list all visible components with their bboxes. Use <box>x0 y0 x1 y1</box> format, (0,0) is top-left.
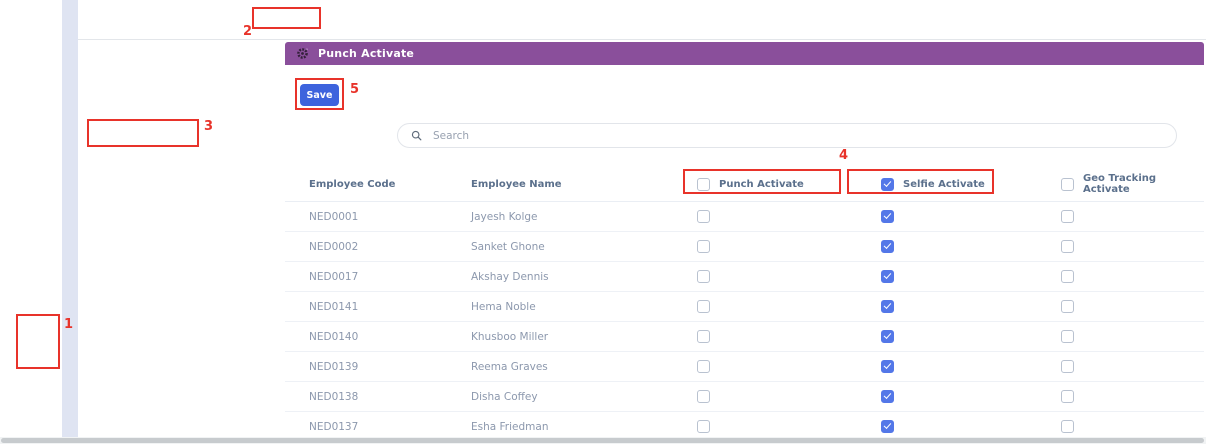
punch-activate-checkbox[interactable] <box>697 420 710 433</box>
punch-activate-checkbox[interactable] <box>697 240 710 253</box>
selfie-activate-checkbox[interactable] <box>881 300 894 313</box>
punch-activate-checkbox[interactable] <box>697 390 710 403</box>
search-box <box>397 123 1177 148</box>
gear-icon <box>295 46 310 61</box>
employee-name-cell: Hema Noble <box>471 300 536 313</box>
selfie-activate-checkbox[interactable] <box>881 390 894 403</box>
column-header-punch-activate: Punch Activate <box>719 178 804 190</box>
punch-activate-checkbox[interactable] <box>697 270 710 283</box>
employee-name-cell: Esha Friedman <box>471 420 549 433</box>
employee-code-cell: NED0137 <box>309 420 359 433</box>
sidebar-divider-strip <box>62 0 78 437</box>
Akshay Dennis: NED0017 Akshay Dennis <box>285 262 1204 292</box>
employee-code-cell: NED0140 <box>309 330 359 343</box>
punch-activate-header-checkbox[interactable] <box>697 177 710 191</box>
punch-activate-checkbox[interactable] <box>697 360 710 373</box>
employee-code-cell: NED0139 <box>309 360 359 373</box>
selfie-activate-checkbox[interactable] <box>881 420 894 433</box>
Disha Coffey: NED0138 Disha Coffey <box>285 382 1204 412</box>
selfie-activate-header-checkbox[interactable] <box>881 177 894 191</box>
table-header-row: Employee Code Employee Name Punch Activa… <box>285 167 1204 202</box>
employee-code-cell: NED0141 <box>309 300 359 313</box>
panel-header: Punch Activate <box>285 42 1204 65</box>
geo-tracking-activate-checkbox[interactable] <box>1061 300 1074 313</box>
geo-tracking-activate-checkbox[interactable] <box>1061 240 1074 253</box>
geo-tracking-activate-checkbox[interactable] <box>1061 360 1074 373</box>
column-header-employee-code: Employee Code <box>309 178 396 190</box>
punch-activate-panel: Punch Activate Save Employee Code Employ… <box>285 42 1204 442</box>
selfie-activate-checkbox[interactable] <box>881 270 894 283</box>
employee-table: Employee Code Employee Name Punch Activa… <box>285 167 1204 442</box>
Hema Noble: NED0141 Hema Noble <box>285 292 1204 322</box>
horizontal-scrollbar-thumb[interactable] <box>1 438 1204 443</box>
main-sidebar <box>0 0 62 441</box>
geo-tracking-activate-checkbox[interactable] <box>1061 420 1074 433</box>
employee-name-cell: Disha Coffey <box>471 390 538 403</box>
selfie-activate-checkbox[interactable] <box>881 330 894 343</box>
selfie-activate-checkbox[interactable] <box>881 240 894 253</box>
panel-title: Punch Activate <box>318 47 415 60</box>
module-tab[interactable] <box>98 0 105 39</box>
search-icon <box>410 129 423 142</box>
Khusboo Miller: NED0140 Khusboo Miller <box>285 322 1204 352</box>
search-input[interactable] <box>431 128 1176 143</box>
employee-name-cell: Khusboo Miller <box>471 330 549 343</box>
column-header-selfie-activate: Selfie Activate <box>903 178 985 190</box>
module-tabs <box>78 0 1206 40</box>
sidebar-item[interactable] <box>0 4 62 30</box>
leave-submenu <box>78 41 285 437</box>
employee-name-cell: Reema Graves <box>471 360 548 373</box>
table-body: NED0001 Jayesh Kolge NED0002 Sanket Ghon… <box>285 202 1204 442</box>
punch-activate-checkbox[interactable] <box>697 300 710 313</box>
employee-name-cell: Sanket Ghone <box>471 240 545 253</box>
employee-code-cell: NED0001 <box>309 210 359 223</box>
employee-code-cell: NED0002 <box>309 240 359 253</box>
horizontal-scrollbar[interactable] <box>0 437 1206 444</box>
geo-tracking-activate-checkbox[interactable] <box>1061 210 1074 223</box>
Sanket Ghone: NED0002 Sanket Ghone <box>285 232 1204 262</box>
geo-tracking-activate-header-checkbox[interactable] <box>1061 177 1074 191</box>
save-button[interactable]: Save <box>300 84 339 106</box>
employee-name-cell: Jayesh Kolge <box>471 210 538 223</box>
geo-tracking-activate-checkbox[interactable] <box>1061 330 1074 343</box>
selfie-activate-checkbox[interactable] <box>881 210 894 223</box>
employee-name-cell: Akshay Dennis <box>471 270 549 283</box>
geo-tracking-activate-checkbox[interactable] <box>1061 270 1074 283</box>
punch-activate-checkbox[interactable] <box>697 210 710 223</box>
employee-code-cell: NED0017 <box>309 270 359 283</box>
Reema Graves: NED0139 Reema Graves <box>285 352 1204 382</box>
column-header-geo-tracking-activate: Geo Tracking Activate <box>1083 173 1157 195</box>
Jayesh Kolge: NED0001 Jayesh Kolge <box>285 202 1204 232</box>
punch-activate-checkbox[interactable] <box>697 330 710 343</box>
geo-tracking-activate-checkbox[interactable] <box>1061 390 1074 403</box>
selfie-activate-checkbox[interactable] <box>881 360 894 373</box>
column-header-employee-name: Employee Name <box>471 178 562 190</box>
submenu-item[interactable] <box>93 49 285 71</box>
employee-code-cell: NED0138 <box>309 390 359 403</box>
